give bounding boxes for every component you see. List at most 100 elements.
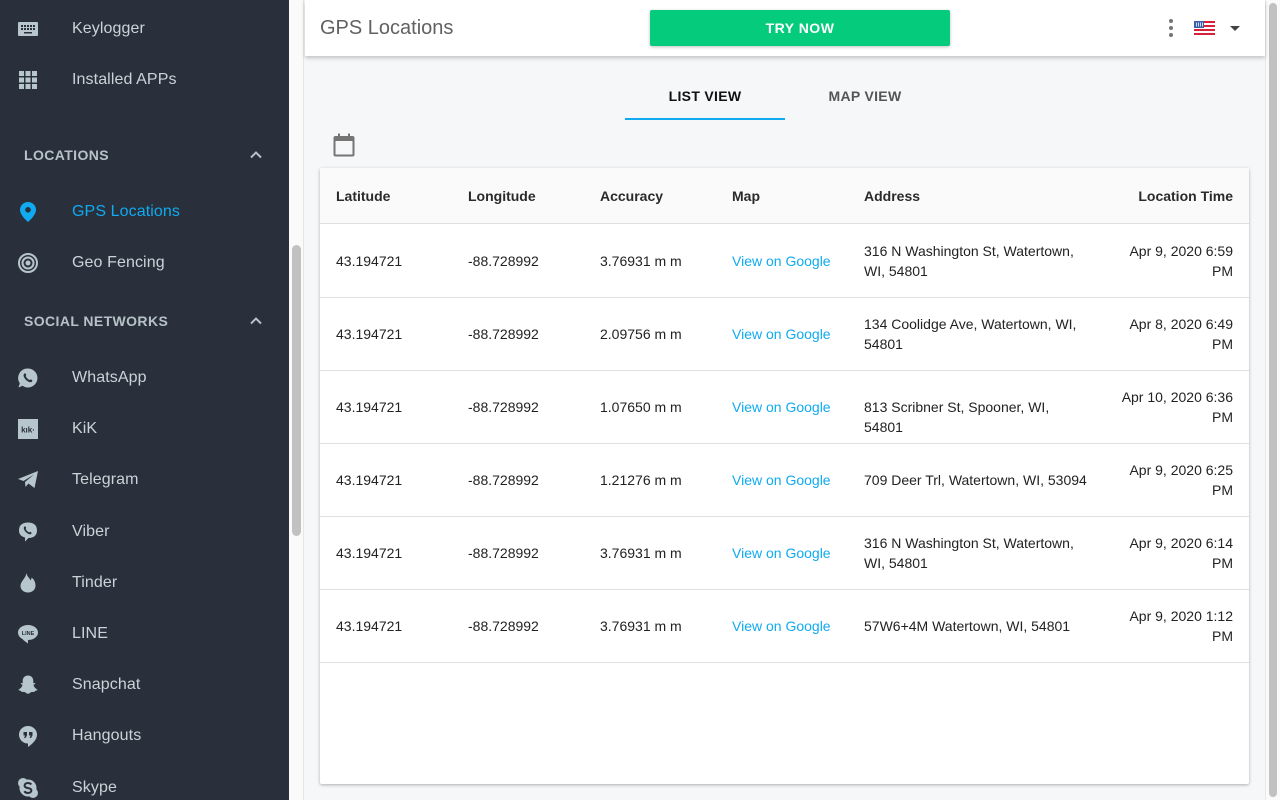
chevron-up-icon <box>248 313 264 329</box>
table-row: 43.194721 -88.728992 3.76931 m m View on Go… <box>320 517 1249 590</box>
line-icon: LINE <box>18 624 38 644</box>
section-header-social-networks[interactable]: SOCIAL NETWORKS <box>24 309 264 333</box>
calendar-icon[interactable] <box>333 133 355 157</box>
longitude-cell: -88.728992 <box>468 472 539 488</box>
longitude-cell: -88.728992 <box>468 545 539 561</box>
address-cell: 813 Scribner St, Spooner, WI, 54801 <box>864 399 1050 435</box>
accuracy-cell: 3.76931 m m <box>600 545 682 561</box>
section-title: SOCIAL NETWORKS <box>24 313 169 329</box>
viber-icon <box>18 522 38 542</box>
longitude-cell: -88.728992 <box>468 618 539 634</box>
try-now-button[interactable]: TRY NOW <box>650 10 950 46</box>
sidebar-item-skype[interactable]: Skype <box>0 768 289 800</box>
sidebar-item-label: Telegram <box>72 471 139 488</box>
table-row: 43.194721 -88.728992 2.09756 m m View on Go… <box>320 298 1249 371</box>
accuracy-cell: 3.76931 m m <box>600 618 682 634</box>
view-on-google-link[interactable]: View on Google <box>732 616 831 636</box>
sidebar-item-gps-locations[interactable]: GPS Locations <box>0 192 289 232</box>
more-options-icon[interactable] <box>1163 16 1179 40</box>
column-header-latitude[interactable]: Latitude <box>336 188 390 204</box>
view-on-google-link[interactable]: View on Google <box>732 324 831 344</box>
sidebar: Keylogger Installed APPs LOCATIONS GPS L… <box>0 0 289 800</box>
view-tabs: LIST VIEW MAP VIEW <box>625 72 945 120</box>
tab-map-view[interactable]: MAP VIEW <box>785 72 945 120</box>
sidebar-scrollbar-thumb[interactable] <box>292 245 301 536</box>
view-on-google-link[interactable]: View on Google <box>732 251 831 271</box>
sidebar-item-label: Keylogger <box>72 20 145 37</box>
kik-icon: kık· <box>18 419 38 439</box>
chevron-up-icon <box>248 147 264 163</box>
table-row: 43.194721 -88.728992 1.07650 m m View on Go… <box>320 371 1249 444</box>
skype-icon <box>18 778 38 798</box>
tab-list-view[interactable]: LIST VIEW <box>625 72 785 120</box>
sidebar-item-telegram[interactable]: Telegram <box>0 460 289 500</box>
latitude-cell: 43.194721 <box>336 472 403 488</box>
sidebar-item-hangouts[interactable]: Hangouts <box>0 716 289 756</box>
snapchat-icon <box>18 675 38 695</box>
sidebar-item-label: WhatsApp <box>72 369 147 386</box>
location-time-cell: Apr 9, 2020 6:25 PM <box>1129 462 1233 498</box>
sidebar-item-label: Geo Fencing <box>72 254 165 271</box>
column-header-location-time[interactable]: Location Time <box>1138 188 1233 204</box>
sidebar-item-label: LINE <box>72 625 108 642</box>
section-header-locations[interactable]: LOCATIONS <box>24 143 264 167</box>
latitude-cell: 43.194721 <box>336 326 403 342</box>
column-header-accuracy[interactable]: Accuracy <box>600 188 663 204</box>
accuracy-cell: 3.76931 m m <box>600 253 682 269</box>
location-time-cell: Apr 10, 2020 6:36 PM <box>1121 389 1233 425</box>
address-cell: 316 N Washington St, Watertown, WI, 5480… <box>864 243 1074 279</box>
section-title: LOCATIONS <box>24 147 110 163</box>
sidebar-item-line[interactable]: LINE LINE <box>0 614 289 654</box>
sidebar-item-keylogger[interactable]: Keylogger <box>0 9 289 49</box>
locations-table: Latitude Longitude Accuracy Map Address … <box>320 168 1249 784</box>
latitude-cell: 43.194721 <box>336 545 403 561</box>
address-cell: 57W6+4M Watertown, WI, 54801 <box>864 618 1071 634</box>
table-header: Latitude Longitude Accuracy Map Address … <box>320 168 1249 224</box>
column-header-longitude[interactable]: Longitude <box>468 188 536 204</box>
location-time-cell: Apr 9, 2020 6:14 PM <box>1129 535 1233 571</box>
view-on-google-link[interactable]: View on Google <box>732 470 831 490</box>
sidebar-item-kik[interactable]: kık· KiK <box>0 409 289 449</box>
view-on-google-link[interactable]: View on Google <box>732 397 831 417</box>
main-scrollbar-thumb[interactable] <box>1269 3 1277 797</box>
column-header-map[interactable]: Map <box>732 188 760 204</box>
top-bar: GPS Locations TRY NOW <box>305 0 1265 56</box>
whatsapp-icon <box>18 368 38 388</box>
sidebar-item-tinder[interactable]: Tinder <box>0 563 289 603</box>
longitude-cell: -88.728992 <box>468 253 539 269</box>
accuracy-cell: 1.21276 m m <box>600 472 682 488</box>
latitude-cell: 43.194721 <box>336 253 403 269</box>
sidebar-item-viber[interactable]: Viber <box>0 512 289 552</box>
tinder-icon <box>18 573 38 593</box>
us-flag-icon[interactable] <box>1194 21 1215 35</box>
table-row: 43.194721 -88.728992 3.76931 m m View on Go… <box>320 590 1249 663</box>
sidebar-item-label: KiK <box>72 420 98 437</box>
sidebar-item-geo-fencing[interactable]: Geo Fencing <box>0 243 289 283</box>
accuracy-cell: 1.07650 m m <box>600 399 682 415</box>
hangouts-icon <box>18 725 38 747</box>
sidebar-item-label: Snapchat <box>72 676 141 693</box>
svg-text:kık·: kık· <box>21 426 35 435</box>
target-icon <box>18 253 38 273</box>
address-cell: 134 Coolidge Ave, Watertown, WI, 54801 <box>864 316 1077 352</box>
sidebar-item-label: Hangouts <box>72 727 142 744</box>
sidebar-item-label: GPS Locations <box>72 203 181 220</box>
longitude-cell: -88.728992 <box>468 399 539 415</box>
keyboard-icon <box>18 19 38 39</box>
sidebar-item-label: Skype <box>72 779 117 796</box>
address-cell: 316 N Washington St, Watertown, WI, 5480… <box>864 535 1074 571</box>
sidebar-item-snapchat[interactable]: Snapchat <box>0 665 289 705</box>
location-pin-icon <box>18 202 38 222</box>
apps-grid-icon <box>18 70 38 90</box>
view-on-google-link[interactable]: View on Google <box>732 543 831 563</box>
table-row: 43.194721 -88.728992 1.21276 m m View on Go… <box>320 444 1249 517</box>
sidebar-item-label: Installed APPs <box>72 71 177 88</box>
sidebar-item-whatsapp[interactable]: WhatsApp <box>0 358 289 398</box>
language-dropdown-caret-icon[interactable] <box>1230 26 1240 31</box>
sidebar-item-label: Viber <box>72 523 110 540</box>
location-time-cell: Apr 9, 2020 1:12 PM <box>1129 608 1233 644</box>
sidebar-item-installed-apps[interactable]: Installed APPs <box>0 60 289 100</box>
column-header-address[interactable]: Address <box>864 188 920 204</box>
accuracy-cell: 2.09756 m m <box>600 326 682 342</box>
location-time-cell: Apr 8, 2020 6:49 PM <box>1129 316 1233 352</box>
